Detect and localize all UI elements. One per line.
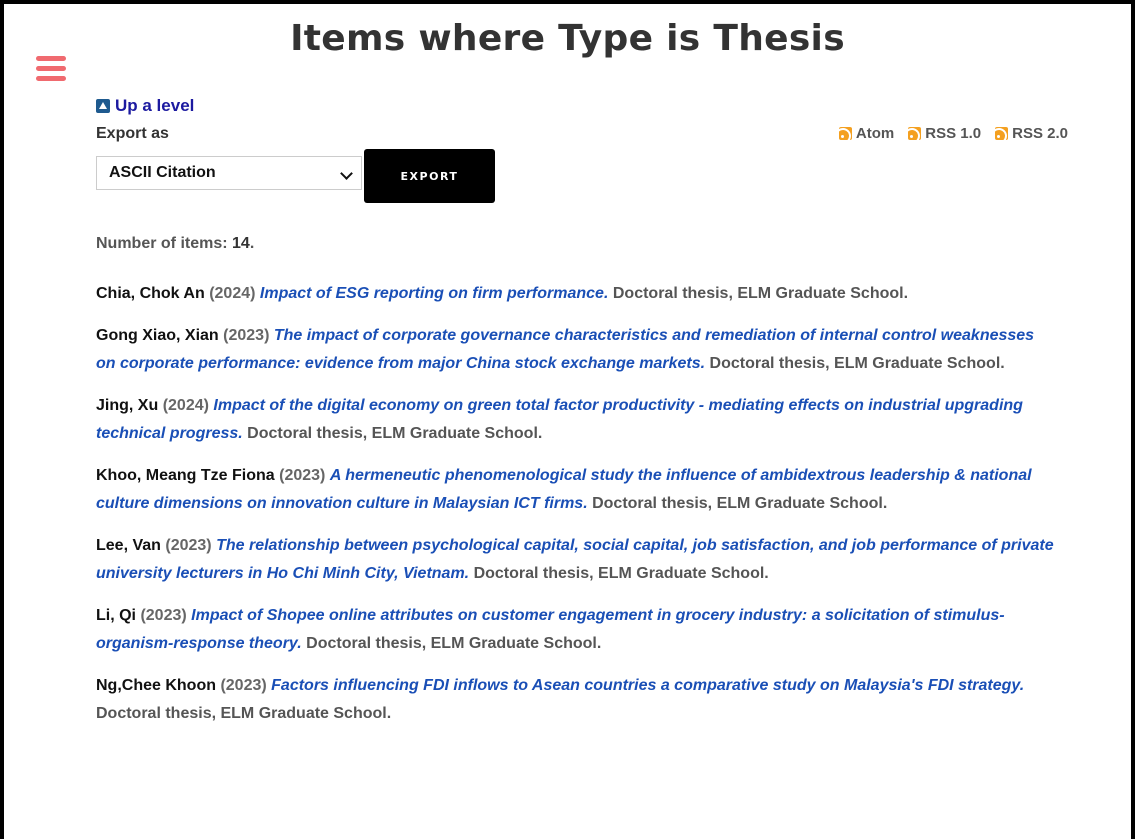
feed-links: Atom RSS 1.0 RSS 2.0: [838, 125, 1068, 142]
item-title-link[interactable]: Impact of the digital economy on green t…: [96, 397, 1023, 442]
item-title-link[interactable]: Factors influencing FDI inflows to Asean…: [271, 677, 1024, 694]
rss-icon: [995, 127, 1009, 140]
up-a-level-label: Up a level: [115, 96, 195, 115]
item-author: Ng,Chee Khoon: [96, 677, 216, 694]
list-item: Lee, Van (2023) The relationship between…: [96, 532, 1056, 588]
item-count-suffix: .: [249, 235, 255, 252]
item-detail: Doctoral thesis, ELM Graduate School.: [473, 565, 769, 582]
item-year: (2024): [162, 397, 209, 414]
item-detail: Doctoral thesis, ELM Graduate School.: [709, 355, 1005, 372]
item-detail: Doctoral thesis, ELM Graduate School.: [612, 285, 909, 302]
list-item: Ng,Chee Khoon (2023) Factors influencing…: [96, 672, 1056, 728]
item-detail: Doctoral thesis, ELM Graduate School.: [247, 425, 543, 442]
feed-label: Atom: [855, 125, 895, 142]
rss-icon: [908, 127, 922, 140]
hamburger-menu-icon[interactable]: [36, 56, 66, 82]
item-list: Chia, Chok An (2024) Impact of ESG repor…: [96, 280, 1056, 742]
page-frame: Items where Type is Thesis Up a level Ex…: [4, 4, 1131, 839]
export-button[interactable]: EXPORT: [364, 149, 495, 203]
export-format-value: ASCII Citation: [109, 164, 216, 181]
item-year: (2023): [140, 607, 187, 624]
item-author: Gong Xiao, Xian: [96, 327, 219, 344]
list-item: Li, Qi (2023) Impact of Shopee online at…: [96, 602, 1056, 658]
chevron-down-icon: [340, 167, 353, 180]
list-item: Khoo, Meang Tze Fiona (2023) A hermeneut…: [96, 462, 1056, 518]
item-year: (2023): [223, 327, 270, 344]
feed-label: RSS 1.0: [925, 125, 982, 142]
item-author: Jing, Xu: [96, 397, 159, 414]
item-count: Number of items: 14.: [96, 235, 254, 253]
rss2-feed-link[interactable]: RSS 2.0: [995, 125, 1068, 142]
export-format-select[interactable]: ASCII Citation: [96, 156, 362, 190]
item-year: (2023): [279, 467, 326, 484]
rss1-feed-link[interactable]: RSS 1.0: [908, 125, 981, 142]
list-item: Chia, Chok An (2024) Impact of ESG repor…: [96, 280, 1056, 308]
export-as-label: Export as: [96, 125, 169, 142]
item-year: (2023): [220, 677, 267, 694]
page-title: Items where Type is Thesis: [290, 18, 845, 59]
item-count-value: 14: [232, 235, 250, 252]
item-detail: Doctoral thesis, ELM Graduate School.: [306, 635, 602, 652]
item-detail: Doctoral thesis, ELM Graduate School.: [592, 495, 888, 512]
item-author: Khoo, Meang Tze Fiona: [96, 467, 275, 484]
item-author: Lee, Van: [96, 537, 161, 554]
item-year: (2023): [165, 537, 212, 554]
up-arrow-icon: [96, 99, 110, 113]
item-author: Chia, Chok An: [96, 285, 205, 302]
atom-feed-link[interactable]: Atom: [838, 125, 895, 142]
list-item: Gong Xiao, Xian (2023) The impact of cor…: [96, 322, 1056, 378]
list-item: Jing, Xu (2024) Impact of the digital ec…: [96, 392, 1056, 448]
item-detail: Doctoral thesis, ELM Graduate School.: [96, 705, 392, 722]
item-author: Li, Qi: [96, 607, 136, 624]
item-count-label: Number of items:: [96, 235, 233, 252]
up-a-level-link[interactable]: Up a level: [96, 96, 194, 116]
item-title-link[interactable]: Impact of ESG reporting on firm performa…: [260, 285, 609, 302]
item-year: (2024): [209, 285, 256, 302]
feed-label: RSS 2.0: [1012, 125, 1068, 142]
rss-icon: [838, 127, 852, 140]
